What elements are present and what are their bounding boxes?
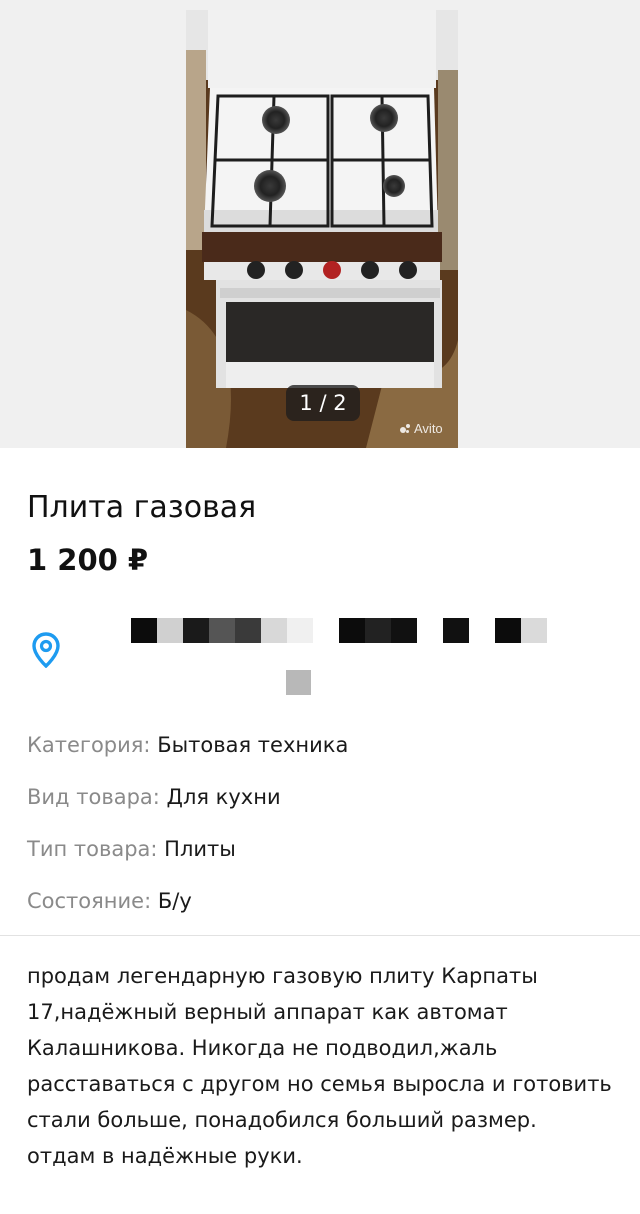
- param-label: Тип товара:: [27, 837, 158, 861]
- param-value: Б/у: [157, 889, 192, 913]
- param-label: Состояние:: [27, 889, 152, 913]
- param-label: Категория:: [27, 733, 151, 757]
- listing-description: продам легендарную газовую плиту Карпаты…: [27, 964, 612, 1168]
- avito-watermark-text: Avito: [414, 421, 443, 436]
- param-label: Вид товара:: [27, 785, 160, 809]
- listing-price: 1 200 ₽: [27, 543, 149, 577]
- avito-watermark: Avito: [400, 421, 443, 436]
- location-pin-icon: [32, 632, 60, 673]
- listing-photo[interactable]: [186, 10, 458, 448]
- param-condition: Состояние: Б/у: [27, 886, 617, 938]
- photo-gallery[interactable]: 1 / 2 Avito: [0, 0, 640, 448]
- section-divider: [0, 935, 640, 936]
- address-redacted-2: [286, 670, 311, 695]
- param-value: Бытовая техника: [157, 733, 349, 757]
- param-item-type: Тип товара: Плиты: [27, 834, 617, 886]
- param-item-kind: Вид товара: Для кухни: [27, 782, 617, 834]
- address-redacted: [131, 618, 547, 643]
- param-value: Плиты: [164, 837, 236, 861]
- listing-title: Плита газовая: [27, 490, 257, 525]
- param-category: Категория: Бытовая техника: [27, 730, 617, 782]
- avito-logo-icon: [400, 423, 412, 434]
- params-list: Категория: Бытовая техника Вид товара: Д…: [27, 730, 617, 938]
- location-row[interactable]: [0, 610, 640, 700]
- photo-counter: 1 / 2: [286, 385, 360, 421]
- param-value: Для кухни: [166, 785, 281, 809]
